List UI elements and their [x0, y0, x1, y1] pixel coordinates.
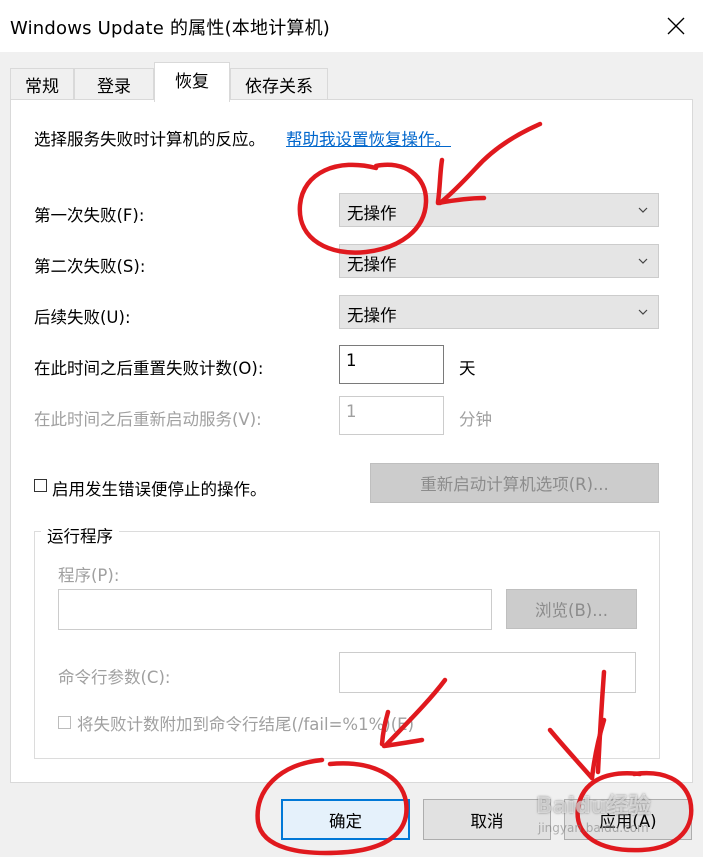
chevron-down-icon: [638, 309, 648, 315]
program-label: 程序(P):: [58, 566, 120, 585]
cmdline-label: 命令行参数(C):: [58, 668, 171, 687]
tab-recovery[interactable]: 恢复: [154, 62, 230, 102]
cmdline-input[interactable]: [339, 652, 636, 693]
tab-label: 常规: [25, 77, 59, 97]
subsequent-failure-select[interactable]: 无操作: [339, 295, 659, 329]
close-icon: [667, 17, 685, 35]
first-failure-select[interactable]: 无操作: [339, 193, 659, 227]
restart-service-unit: 分钟: [459, 410, 492, 429]
tab-label: 登录: [97, 77, 131, 97]
tab-label: 依存关系: [245, 77, 313, 97]
properties-dialog: Windows Update 的属性(本地计算机) 常规 登录 恢复 依存关系 …: [0, 0, 703, 857]
tab-dependencies[interactable]: 依存关系: [230, 68, 328, 100]
first-failure-value: 无操作: [347, 204, 397, 223]
cancel-button[interactable]: 取消: [423, 799, 551, 840]
tab-logon[interactable]: 登录: [74, 68, 154, 100]
restart-service-label: 在此时间之后重新启动服务(V):: [34, 410, 262, 429]
first-failure-label: 第一次失败(F):: [34, 206, 145, 225]
subsequent-failure-label: 后续失败(U):: [34, 308, 131, 327]
browse-button[interactable]: 浏览(B)...: [506, 589, 637, 629]
title-bar[interactable]: Windows Update 的属性(本地计算机): [0, 0, 703, 52]
append-fail-count-label: 将失败计数附加到命令行结尾(/fail=%1%)(E): [77, 715, 415, 734]
close-button[interactable]: [649, 0, 703, 52]
restart-computer-options-button[interactable]: 重新启动计算机选项(R)...: [370, 463, 659, 503]
reset-count-label: 在此时间之后重置失败计数(O):: [34, 359, 264, 378]
ok-button[interactable]: 确定: [281, 799, 410, 840]
window-title: Windows Update 的属性(本地计算机): [10, 18, 331, 39]
tab-label: 恢复: [175, 72, 209, 92]
reset-count-input[interactable]: 1: [339, 345, 444, 384]
intro-text: 选择服务失败时计算机的反应。: [34, 130, 265, 149]
chevron-down-icon: [638, 258, 648, 264]
run-program-group-title: 运行程序: [41, 523, 119, 547]
tab-general[interactable]: 常规: [10, 68, 74, 100]
program-input[interactable]: [58, 589, 492, 630]
append-fail-count-checkbox[interactable]: [58, 716, 71, 729]
help-link[interactable]: 帮助我设置恢复操作。: [286, 126, 451, 150]
subsequent-failure-value: 无操作: [347, 306, 397, 325]
chevron-down-icon: [638, 207, 648, 213]
enable-actions-label: 启用发生错误便停止的操作。: [52, 480, 267, 499]
second-failure-select[interactable]: 无操作: [339, 244, 659, 278]
recovery-panel: 选择服务失败时计算机的反应。 帮助我设置恢复操作。 第一次失败(F): 无操作 …: [10, 99, 693, 783]
restart-service-input[interactable]: 1: [339, 396, 444, 435]
second-failure-value: 无操作: [347, 255, 397, 274]
enable-actions-checkbox[interactable]: [34, 479, 47, 492]
apply-button[interactable]: 应用(A): [564, 799, 692, 840]
reset-count-unit: 天: [459, 359, 476, 378]
second-failure-label: 第二次失败(S):: [34, 257, 146, 276]
